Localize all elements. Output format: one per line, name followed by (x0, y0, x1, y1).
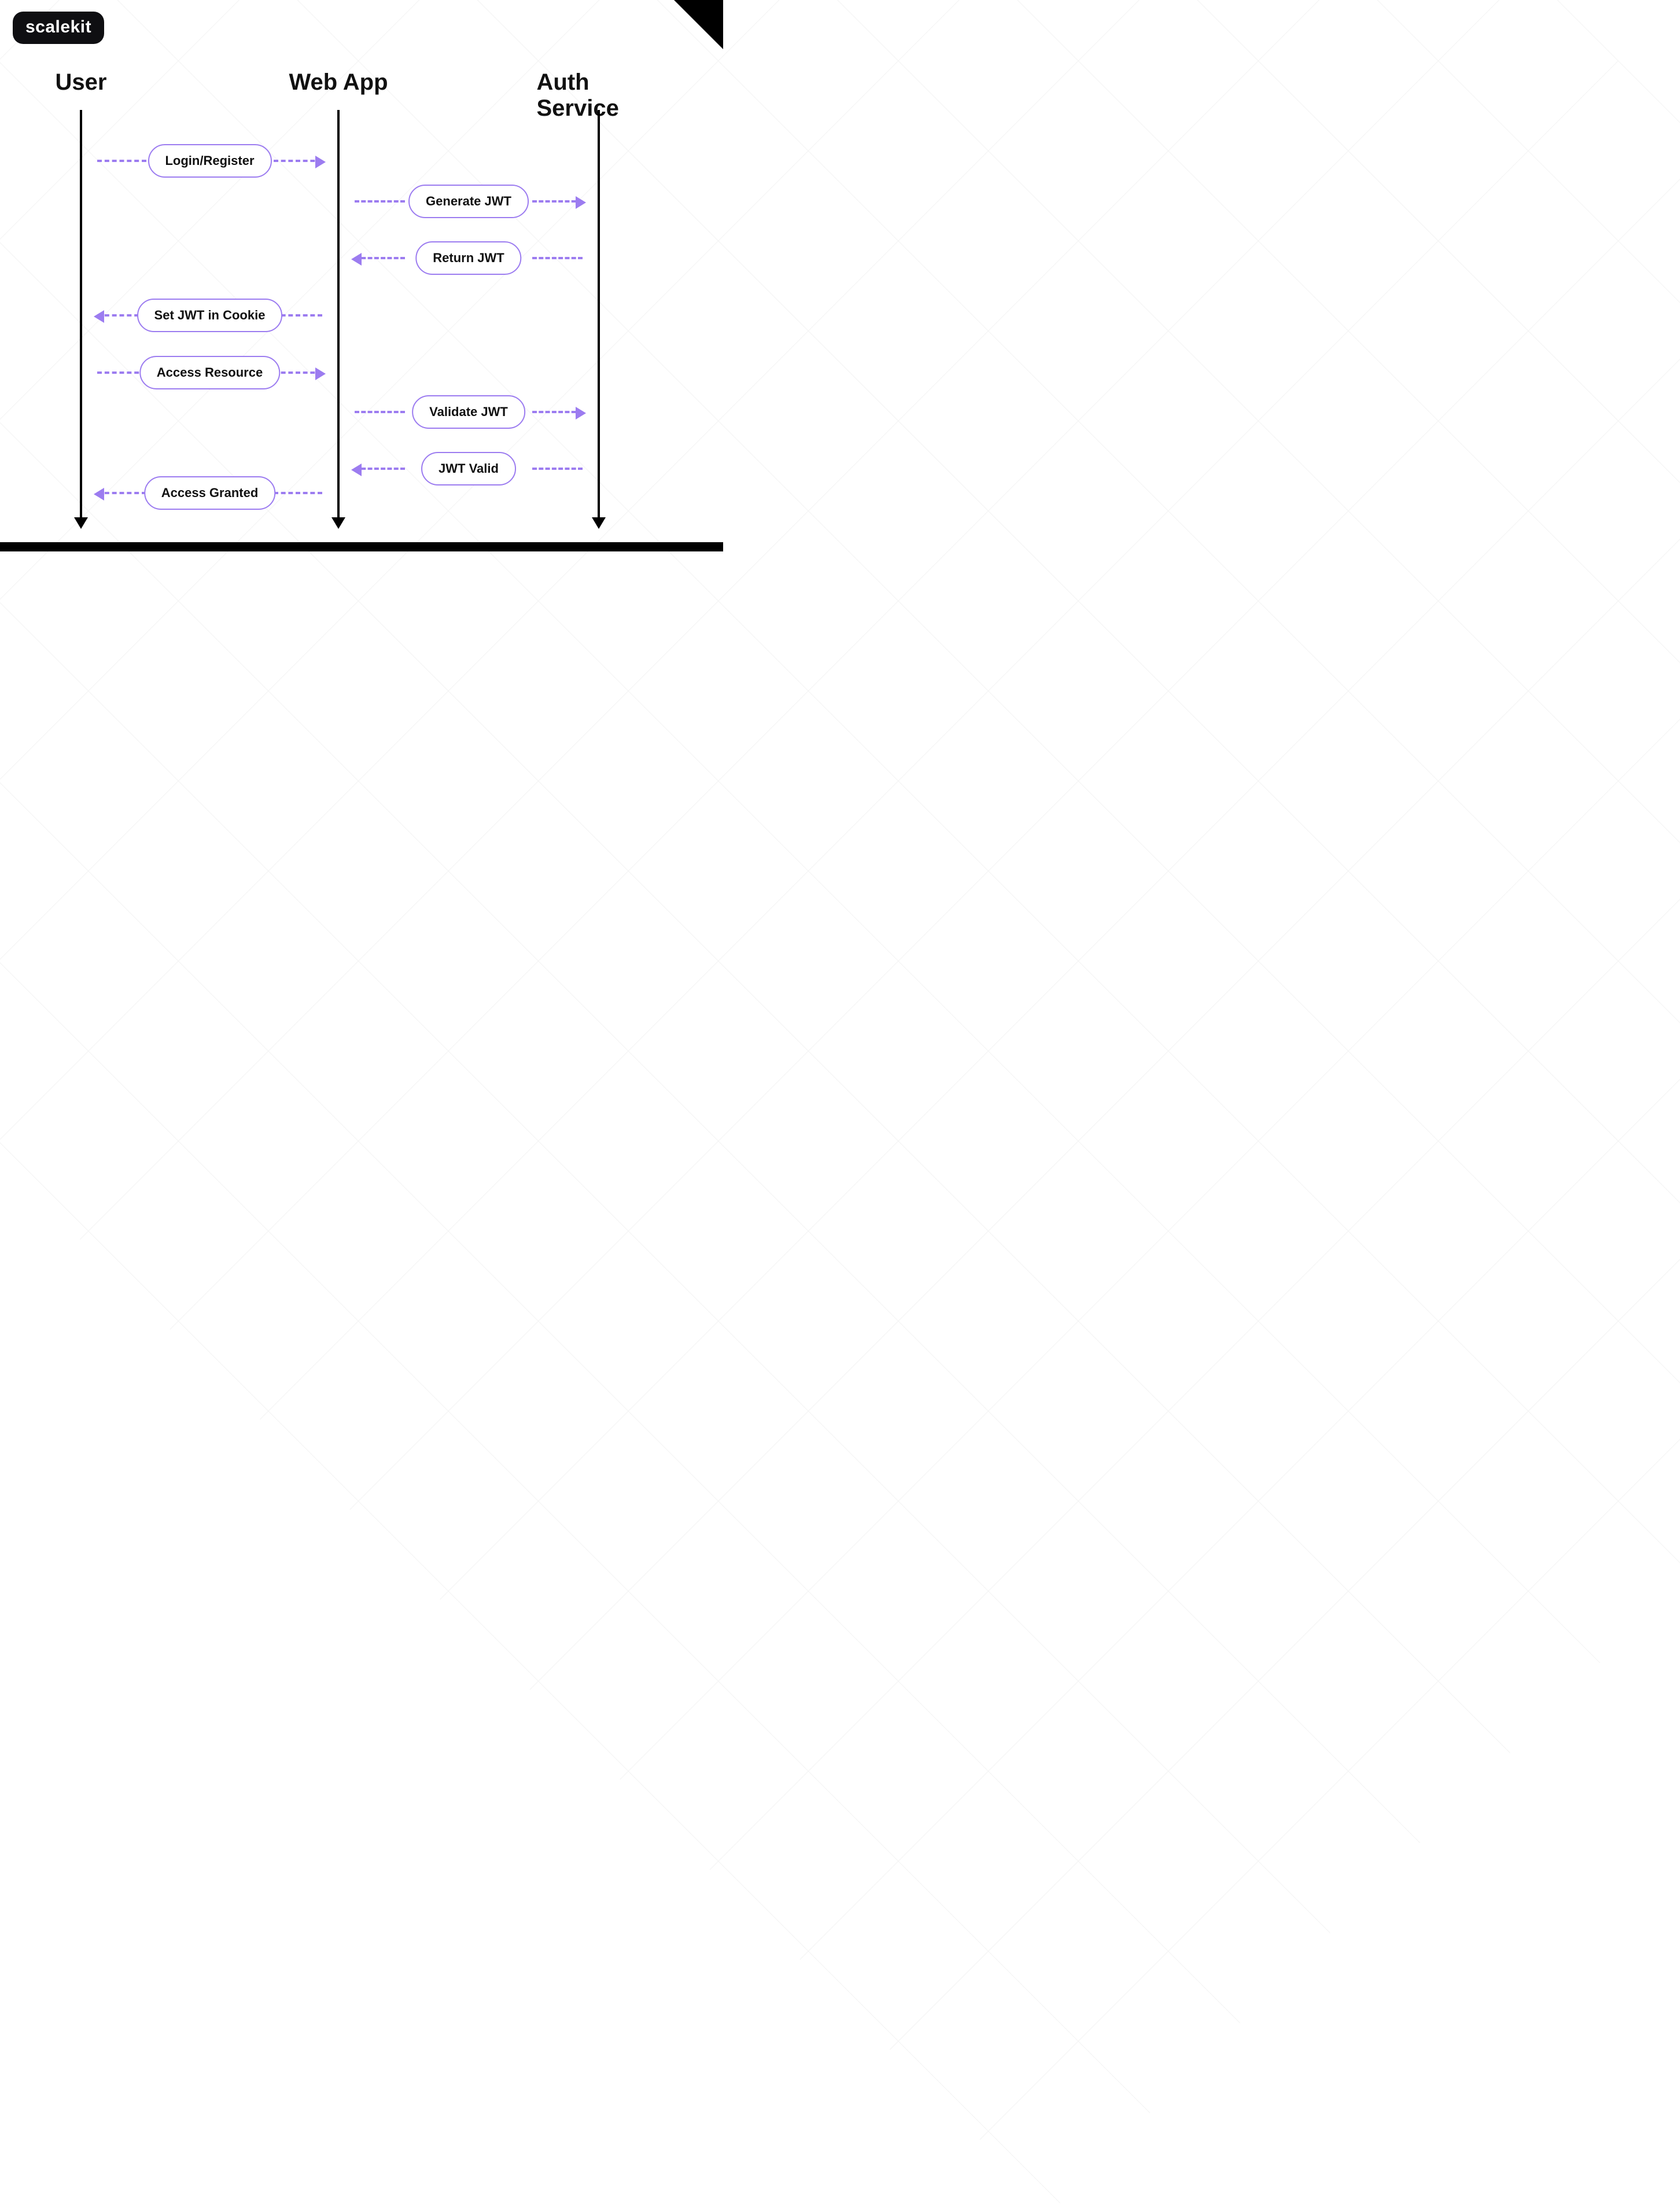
message-arrow-segment (532, 257, 583, 259)
lifeline-webapp (337, 110, 340, 527)
message-label-m8: Access Granted (144, 476, 276, 510)
participant-user: User (56, 69, 107, 95)
sequence-diagram-canvas: scalekit User Web App Auth Service Login… (0, 0, 723, 551)
message-arrow-segment (532, 468, 583, 470)
brand-name: scalekit (25, 17, 91, 36)
arrow-down-icon (331, 517, 345, 529)
arrow-down-icon (592, 517, 606, 529)
message-arrow-segment (355, 200, 405, 203)
participant-webapp: Web App (289, 69, 388, 95)
message-arrow-segment (274, 160, 323, 162)
message-arrow-segment (355, 257, 405, 259)
message-arrow-segment (97, 492, 146, 494)
brand-logo: scalekit (13, 12, 104, 44)
lifeline-user (80, 110, 82, 527)
lifeline-auth (598, 110, 600, 527)
message-label-m3: Return JWT (415, 241, 521, 275)
message-arrow-segment (532, 411, 583, 413)
corner-fold-icon (674, 0, 723, 49)
message-arrow-segment (97, 160, 146, 162)
message-label-m7: JWT Valid (421, 452, 516, 485)
message-arrow-segment (532, 200, 583, 203)
message-label-m1: Login/Register (148, 144, 271, 178)
message-arrow-segment (355, 468, 405, 470)
bottom-bar (0, 542, 723, 551)
message-label-m5: Access Resource (139, 356, 280, 389)
arrow-down-icon (74, 517, 88, 529)
message-arrow-segment (355, 411, 405, 413)
message-label-m2: Generate JWT (408, 185, 529, 218)
message-label-m6: Validate JWT (412, 395, 525, 429)
message-arrow-segment (274, 492, 323, 494)
message-arrow-segment (274, 371, 323, 374)
message-label-m4: Set JWT in Cookie (137, 299, 283, 332)
